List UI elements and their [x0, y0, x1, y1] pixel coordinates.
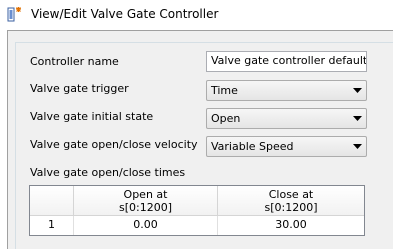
controller-name-field[interactable]: Valve gate controller defaults — [206, 51, 367, 72]
velocity-label: Valve gate open/close velocity — [30, 138, 198, 151]
trigger-dropdown[interactable]: Time — [206, 80, 367, 101]
column-header-line2: s[0:1200] — [264, 201, 318, 214]
initial-state-dropdown[interactable]: Open — [206, 108, 367, 129]
velocity-value: Variable Speed — [211, 140, 294, 153]
controller-name-label: Controller name — [30, 55, 119, 68]
column-header-line1: Open at — [123, 188, 168, 201]
times-label: Valve gate open/close times — [30, 166, 186, 179]
chevron-down-icon — [353, 88, 362, 93]
trigger-label: Valve gate trigger — [30, 82, 129, 95]
controller-app-icon — [7, 7, 21, 22]
title-bar: View/Edit Valve Gate Controller — [0, 0, 393, 30]
column-header-line1: Close at — [268, 188, 314, 201]
chevron-down-icon — [353, 144, 362, 149]
initial-state-value: Open — [211, 112, 241, 125]
chevron-down-icon — [353, 116, 362, 121]
velocity-dropdown[interactable]: Variable Speed — [206, 136, 367, 157]
row-index-cell[interactable]: 1 — [30, 216, 74, 235]
times-table[interactable]: Open at s[0:1200] Close at s[0:1200] 1 0… — [29, 185, 365, 236]
window-title: View/Edit Valve Gate Controller — [31, 7, 219, 21]
column-header-line2: s[0:1200] — [118, 201, 172, 214]
row-header-corner — [30, 186, 74, 216]
column-header-close-at[interactable]: Close at s[0:1200] — [218, 186, 364, 216]
trigger-value: Time — [211, 84, 238, 97]
initial-state-label: Valve gate initial state — [30, 110, 154, 123]
close-at-cell[interactable]: 30.00 — [218, 216, 364, 235]
open-at-cell[interactable]: 0.00 — [74, 216, 218, 235]
column-header-open-at[interactable]: Open at s[0:1200] — [74, 186, 218, 216]
